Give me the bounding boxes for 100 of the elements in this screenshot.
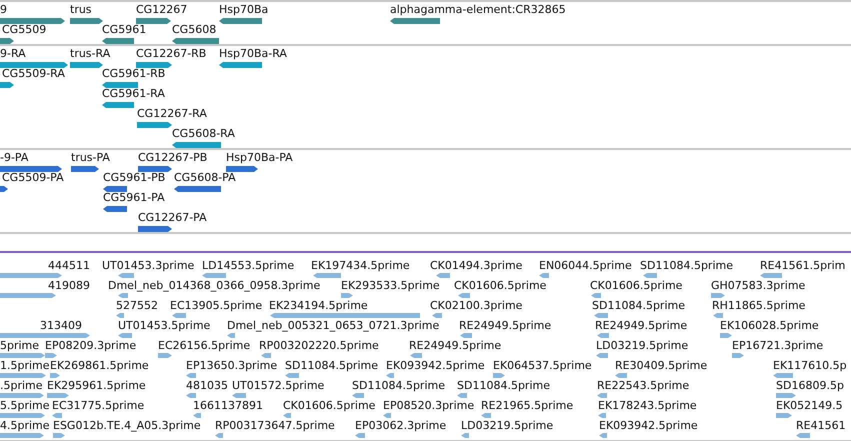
feature-arrow[interactable]	[226, 166, 258, 172]
feature-arrow[interactable]	[116, 313, 124, 318]
gene-label: CG12267-PA	[138, 211, 207, 225]
feature-arrow[interactable]	[172, 142, 221, 148]
feature-arrow[interactable]	[138, 166, 172, 172]
feature-arrow[interactable]	[158, 353, 172, 358]
feature-arrow[interactable]	[313, 273, 341, 278]
feature-arrow[interactable]	[383, 413, 391, 418]
feature-arrow[interactable]	[591, 293, 601, 298]
feature-arrow[interactable]	[102, 102, 134, 108]
feature-arrow[interactable]	[50, 373, 60, 378]
est-label: Dmel_neb_005321_0653_0721.3prime	[227, 319, 440, 333]
feature-arrow[interactable]	[457, 393, 467, 398]
feature-arrow[interactable]	[776, 393, 796, 398]
feature-arrow[interactable]	[138, 226, 172, 232]
feature-arrow[interactable]	[232, 393, 246, 398]
feature-arrow[interactable]	[52, 413, 62, 418]
feature-arrow[interactable]	[720, 333, 732, 338]
feature-arrow[interactable]	[0, 293, 56, 298]
feature-arrow[interactable]	[460, 333, 472, 338]
feature-arrow[interactable]	[174, 186, 221, 192]
feature-arrow[interactable]	[215, 433, 223, 438]
feature-arrow[interactable]	[461, 433, 469, 438]
feature-arrow[interactable]	[0, 62, 68, 68]
feature-arrow[interactable]	[643, 273, 657, 278]
feature-arrow[interactable]	[45, 353, 57, 358]
feature-arrow[interactable]	[219, 18, 262, 24]
feature-arrow[interactable]	[193, 413, 201, 418]
feature-arrow[interactable]	[0, 273, 62, 278]
feature-arrow[interactable]	[436, 273, 450, 278]
feature-arrow[interactable]	[118, 273, 134, 278]
feature-arrow[interactable]	[137, 122, 172, 128]
feature-arrow[interactable]	[796, 433, 810, 438]
feature-arrow[interactable]	[390, 18, 440, 24]
feature-arrow[interactable]	[615, 373, 627, 378]
feature-arrow[interactable]	[219, 62, 262, 68]
feature-arrow[interactable]	[285, 373, 299, 378]
feature-arrow[interactable]	[118, 333, 132, 338]
feature-arrow[interactable]	[0, 413, 45, 418]
feature-arrow[interactable]	[0, 38, 14, 44]
est-label: CK01606.5prime	[283, 399, 376, 413]
feature-arrow[interactable]	[103, 186, 127, 192]
feature-arrow[interactable]	[597, 393, 607, 398]
feature-arrow[interactable]	[594, 313, 608, 318]
feature-arrow[interactable]	[172, 38, 219, 44]
feature-arrow[interactable]	[0, 433, 44, 438]
feature-arrow[interactable]	[261, 353, 271, 358]
gene-label: 9-RA	[0, 47, 26, 61]
feature-arrow[interactable]	[53, 433, 65, 438]
feature-arrow[interactable]	[599, 433, 607, 438]
feature-arrow[interactable]	[0, 373, 46, 378]
feature-arrow[interactable]	[732, 353, 744, 358]
feature-arrow[interactable]	[410, 353, 422, 358]
est-label: EC31775.5prime	[52, 399, 144, 413]
feature-arrow[interactable]	[776, 413, 792, 418]
feature-arrow[interactable]	[70, 62, 103, 68]
feature-arrow[interactable]	[711, 293, 725, 298]
feature-arrow[interactable]	[136, 18, 171, 24]
feature-arrow[interactable]	[341, 293, 353, 298]
est-label: GH07583.3prime	[711, 279, 806, 293]
feature-arrow[interactable]	[458, 293, 470, 298]
feature-arrow[interactable]	[202, 273, 226, 278]
est-label: 5.5prime	[0, 399, 50, 413]
feature-arrow[interactable]	[481, 413, 491, 418]
feature-arrow[interactable]	[227, 333, 235, 338]
feature-arrow[interactable]	[136, 62, 172, 68]
feature-arrow[interactable]	[597, 333, 609, 338]
feature-arrow[interactable]	[355, 433, 365, 438]
feature-arrow[interactable]	[0, 18, 65, 24]
feature-arrow[interactable]	[186, 373, 196, 378]
feature-arrow[interactable]	[102, 38, 134, 44]
feature-arrow[interactable]	[172, 313, 186, 318]
est-label: RE24949.5prime	[459, 319, 552, 333]
feature-arrow[interactable]	[0, 186, 8, 192]
feature-arrow[interactable]	[386, 373, 394, 378]
est-label: EK093942.5prime	[386, 359, 485, 373]
feature-arrow[interactable]	[103, 206, 127, 212]
feature-arrow[interactable]	[70, 18, 103, 24]
feature-arrow[interactable]	[432, 313, 442, 318]
feature-arrow[interactable]	[118, 293, 128, 298]
feature-arrow[interactable]	[0, 166, 62, 172]
est-label: EK064537.5prime	[493, 359, 592, 373]
gene-label: trus	[70, 3, 92, 17]
feature-arrow[interactable]	[71, 166, 99, 172]
feature-arrow[interactable]	[760, 273, 782, 278]
feature-arrow[interactable]	[713, 313, 723, 318]
feature-arrow[interactable]	[598, 413, 606, 418]
est-label: EK269861.5prime	[50, 359, 149, 373]
feature-arrow[interactable]	[47, 393, 69, 398]
feature-arrow[interactable]	[493, 373, 505, 378]
feature-arrow[interactable]	[596, 353, 608, 358]
feature-arrow[interactable]	[773, 373, 793, 378]
feature-arrow[interactable]	[186, 393, 196, 398]
est-label: ESG012b.TE.4_A05.3prime	[53, 419, 201, 433]
feature-arrow[interactable]	[0, 82, 14, 88]
feature-arrow[interactable]	[352, 393, 364, 398]
feature-arrow[interactable]	[0, 393, 44, 398]
feature-arrow[interactable]	[102, 82, 138, 88]
feature-arrow[interactable]	[283, 413, 291, 418]
feature-arrow[interactable]	[539, 273, 549, 278]
